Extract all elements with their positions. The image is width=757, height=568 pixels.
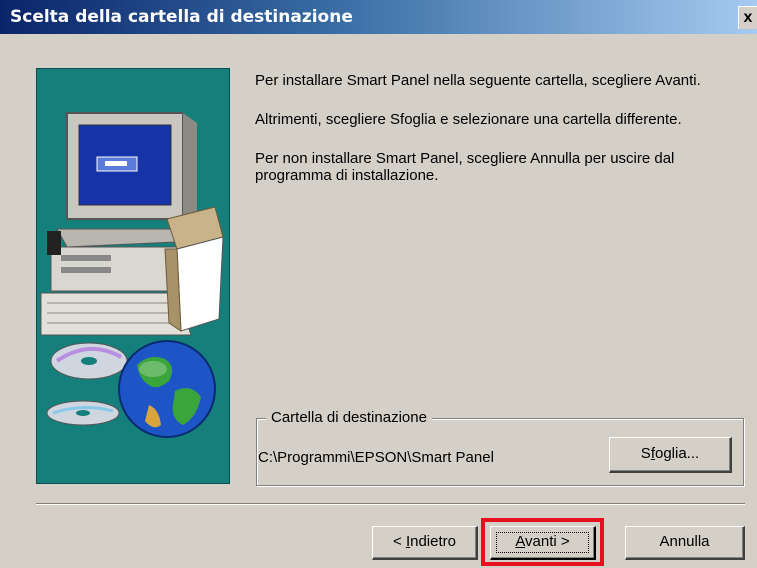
close-icon[interactable]: x (738, 6, 757, 29)
back-label-end: ndietro (410, 533, 456, 550)
side-illustration (36, 68, 230, 484)
destination-path: C:\Programmi\EPSON\Smart Panel (258, 449, 494, 466)
destination-folder-legend: Cartella di destinazione (266, 409, 432, 426)
back-label-start: < (393, 533, 406, 550)
next-accelerator: A (515, 533, 526, 550)
title-bar[interactable]: Scelta della cartella di destinazione x (0, 0, 757, 34)
computer-globe-cd-illustration (40, 112, 224, 438)
browse-button[interactable]: Sfoglia... (609, 437, 732, 473)
footer-separator (36, 503, 745, 505)
browse-label-end: oglia... (654, 445, 700, 462)
cancel-button[interactable]: Annulla (625, 526, 745, 560)
instruction-install: Per installare Smart Panel nella seguent… (255, 72, 701, 89)
instructions-text: Per installare Smart Panel nella seguent… (255, 72, 745, 206)
back-button[interactable]: < Indietro (372, 526, 478, 560)
browse-label-start: S (640, 445, 651, 462)
window-title: Scelta della cartella di destinazione (10, 7, 353, 27)
next-button[interactable]: Avanti > (490, 526, 596, 560)
instruction-browse: Altrimenti, scegliere Sfoglia e selezion… (255, 111, 682, 128)
instruction-cancel: Per non installare Smart Panel, sceglier… (255, 150, 675, 184)
next-label-end: vanti > (525, 533, 570, 550)
